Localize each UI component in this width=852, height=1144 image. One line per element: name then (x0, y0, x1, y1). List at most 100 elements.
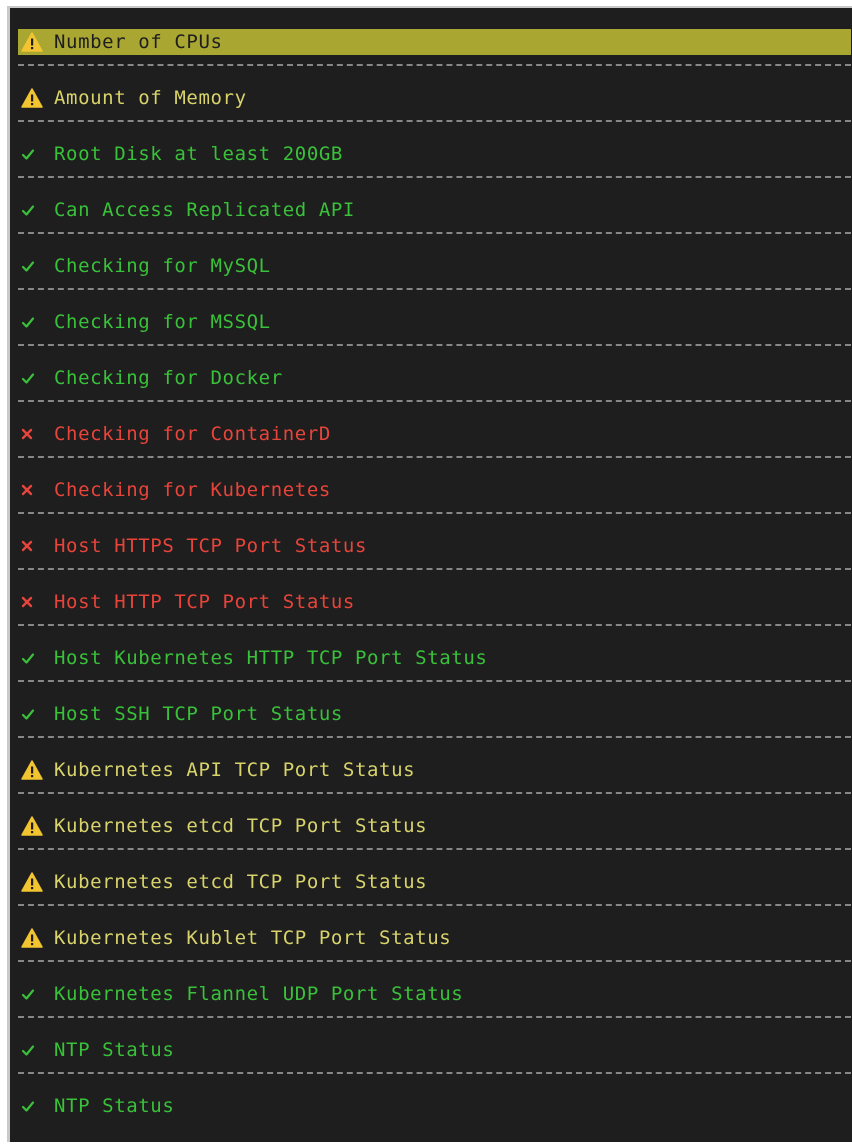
check-label: Checking for Docker (54, 367, 283, 389)
row-divider (18, 120, 851, 122)
check-label: Root Disk at least 200GB (54, 143, 343, 165)
check-row-content: Host Kubernetes HTTP TCP Port Status (18, 645, 851, 671)
checkmark-icon (18, 371, 54, 385)
check-label: Host Kubernetes HTTP TCP Port Status (54, 647, 488, 669)
row-divider (18, 512, 851, 514)
check-label: Host HTTPS TCP Port Status (54, 535, 368, 557)
row-divider (18, 680, 851, 682)
check-label: Kubernetes API TCP Port Status (54, 759, 416, 781)
row-divider (18, 456, 851, 458)
row-divider (18, 568, 851, 570)
check-row[interactable]: Kubernetes etcd TCP Port Status (18, 864, 851, 920)
warning-icon (18, 872, 54, 892)
check-label: NTP Status (54, 1095, 175, 1117)
check-row[interactable]: Amount of Memory (18, 80, 851, 136)
check-row-content: Checking for ContainerD (18, 421, 851, 447)
check-row-content: Kubernetes etcd TCP Port Status (18, 869, 851, 895)
row-divider (18, 288, 851, 290)
check-label: Checking for ContainerD (54, 423, 331, 445)
check-row-content: Kubernetes Kublet TCP Port Status (18, 925, 851, 951)
checkmark-icon (18, 707, 54, 721)
preflight-checks-panel: Number of CPUs Amount of Memory Root Disk … (7, 6, 852, 1142)
warning-icon (18, 816, 54, 836)
check-label: Can Access Replicated API (54, 199, 355, 221)
row-divider (18, 736, 851, 738)
check-row[interactable]: Checking for Kubernetes (18, 472, 851, 528)
checkmark-icon (18, 1099, 54, 1113)
check-row[interactable]: Checking for MySQL (18, 248, 851, 304)
row-divider (18, 1072, 851, 1074)
warning-icon (18, 928, 54, 948)
check-row[interactable]: Checking for ContainerD (18, 416, 851, 472)
row-divider (18, 64, 851, 66)
row-divider (18, 1016, 851, 1018)
check-row[interactable]: Number of CPUs (18, 24, 851, 80)
cross-icon (18, 484, 54, 496)
checkmark-icon (18, 203, 54, 217)
check-label: Checking for MySQL (54, 255, 271, 277)
check-row[interactable]: Checking for Docker (18, 360, 851, 416)
cross-icon (18, 428, 54, 440)
check-row[interactable]: Checking for MSSQL (18, 304, 851, 360)
row-divider (18, 624, 851, 626)
check-label: NTP Status (54, 1039, 175, 1061)
check-row[interactable]: Kubernetes Flannel UDP Port Status (18, 976, 851, 1032)
check-label: Amount of Memory (54, 87, 247, 109)
check-label: Checking for Kubernetes (54, 479, 331, 501)
check-label: Checking for MSSQL (54, 311, 271, 333)
check-row[interactable]: NTP Status (18, 1088, 851, 1144)
checkmark-icon (18, 315, 54, 329)
row-divider (18, 400, 851, 402)
check-row-content: Checking for Docker (18, 365, 851, 391)
checkmark-icon (18, 1043, 54, 1057)
check-label: Host HTTP TCP Port Status (54, 591, 355, 613)
check-row[interactable]: Kubernetes Kublet TCP Port Status (18, 920, 851, 976)
check-row-content: Kubernetes etcd TCP Port Status (18, 813, 851, 839)
check-row[interactable]: Kubernetes etcd TCP Port Status (18, 808, 851, 864)
check-label: Kubernetes Flannel UDP Port Status (54, 983, 464, 1005)
warning-icon (18, 760, 54, 780)
check-row-content: Can Access Replicated API (18, 197, 851, 223)
check-row[interactable]: NTP Status (18, 1032, 851, 1088)
row-divider (18, 904, 851, 906)
check-row-content: Checking for MySQL (18, 253, 851, 279)
cross-icon (18, 540, 54, 552)
check-row-content: Host SSH TCP Port Status (18, 701, 851, 727)
check-label: Kubernetes etcd TCP Port Status (54, 815, 428, 837)
check-row[interactable]: Kubernetes API TCP Port Status (18, 752, 851, 808)
checkmark-icon (18, 651, 54, 665)
cross-icon (18, 596, 54, 608)
check-row-content: Number of CPUs (18, 29, 851, 55)
check-row-content: Host HTTPS TCP Port Status (18, 533, 851, 559)
check-row[interactable]: Can Access Replicated API (18, 192, 851, 248)
row-divider (18, 792, 851, 794)
check-label: Kubernetes Kublet TCP Port Status (54, 927, 452, 949)
check-row-content: Host HTTP TCP Port Status (18, 589, 851, 615)
check-row-content: Root Disk at least 200GB (18, 141, 851, 167)
warning-icon (18, 88, 54, 108)
check-row[interactable]: Host HTTP TCP Port Status (18, 584, 851, 640)
check-row-content: Checking for Kubernetes (18, 477, 851, 503)
check-row-content: NTP Status (18, 1093, 851, 1119)
row-divider (18, 960, 851, 962)
check-label: Kubernetes etcd TCP Port Status (54, 871, 428, 893)
row-divider (18, 848, 851, 850)
check-label: Host SSH TCP Port Status (54, 703, 343, 725)
check-row[interactable]: Root Disk at least 200GB (18, 136, 851, 192)
checkmark-icon (18, 147, 54, 161)
check-row[interactable]: Host SSH TCP Port Status (18, 696, 851, 752)
check-list: Number of CPUs Amount of Memory Root Disk … (18, 24, 851, 1144)
check-row-content: Kubernetes Flannel UDP Port Status (18, 981, 851, 1007)
check-row[interactable]: Host HTTPS TCP Port Status (18, 528, 851, 584)
check-label: Number of CPUs (54, 31, 223, 53)
check-row[interactable]: Host Kubernetes HTTP TCP Port Status (18, 640, 851, 696)
checkmark-icon (18, 987, 54, 1001)
check-row-content: Checking for MSSQL (18, 309, 851, 335)
row-divider (18, 176, 851, 178)
row-divider (18, 344, 851, 346)
check-row-content: Amount of Memory (18, 85, 851, 111)
check-row-content: NTP Status (18, 1037, 851, 1063)
check-row-content: Kubernetes API TCP Port Status (18, 757, 851, 783)
warning-icon (18, 32, 54, 52)
row-divider (18, 232, 851, 234)
